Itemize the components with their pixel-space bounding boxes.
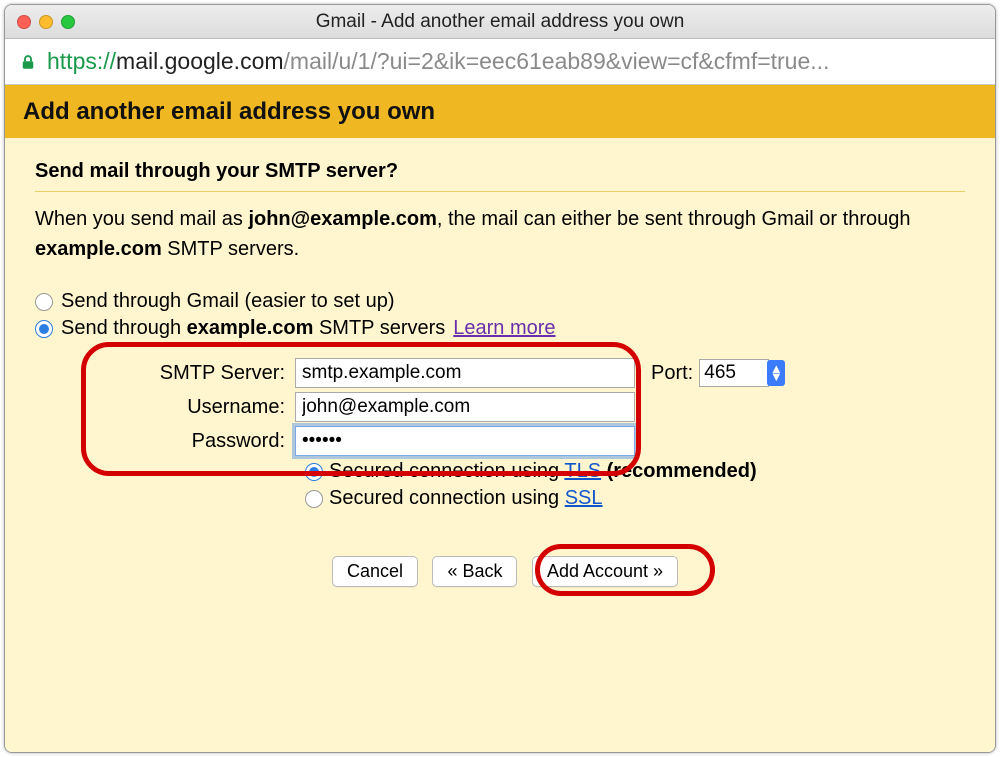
email-address: john@example.com [248, 208, 436, 230]
username-label: Username: [95, 396, 295, 419]
browser-window: Gmail - Add another email address you ow… [4, 4, 996, 753]
radio-icon[interactable] [35, 320, 53, 338]
section-heading: Send mail through your SMTP server? [35, 148, 965, 192]
form-panel: Send mail through your SMTP server? When… [5, 138, 995, 753]
back-button[interactable]: « Back [432, 556, 517, 587]
add-account-button[interactable]: Add Account » [532, 556, 678, 587]
password-row: Password: [95, 426, 915, 456]
radio-ssl[interactable]: Secured connection using SSL [305, 487, 915, 510]
traffic-lights [17, 15, 75, 29]
tls-link[interactable]: TLS [564, 460, 601, 482]
radio-send-through-gmail[interactable]: Send through Gmail (easier to set up) [35, 290, 965, 313]
port-label: Port: [651, 362, 693, 385]
page-content: Add another email address you own Send m… [5, 85, 995, 752]
radio-label: Send through Gmail (easier to set up) [61, 290, 395, 313]
smtp-form: SMTP Server: Port: ▲▼ Username: Password… [95, 358, 915, 587]
radio-tls[interactable]: Secured connection using TLS (recommende… [305, 460, 915, 483]
button-row: Cancel « Back Add Account » [95, 556, 915, 587]
username-row: Username: [95, 392, 915, 422]
radio-icon[interactable] [35, 293, 53, 311]
radio-icon[interactable] [305, 463, 323, 481]
password-input[interactable] [295, 426, 635, 456]
learn-more-link[interactable]: Learn more [453, 317, 555, 340]
smtp-server-row: SMTP Server: Port: ▲▼ [95, 358, 915, 388]
domain-name: example.com [35, 238, 162, 260]
radio-label: Send through example.com SMTP servers [61, 317, 445, 340]
url-path: /mail/u/1/?ui=2&ik=eec61eab89&view=cf&cf… [284, 48, 830, 75]
intro-text: When you send mail as john@example.com, … [35, 192, 965, 286]
smtp-server-label: SMTP Server: [95, 362, 295, 385]
page-title: Add another email address you own [5, 86, 995, 138]
lock-icon [19, 51, 37, 73]
smtp-server-input[interactable] [295, 358, 635, 388]
port-select[interactable] [699, 359, 769, 387]
titlebar: Gmail - Add another email address you ow… [5, 5, 995, 39]
dropdown-arrows-icon[interactable]: ▲▼ [767, 360, 785, 386]
window-title: Gmail - Add another email address you ow… [17, 11, 983, 33]
cancel-button[interactable]: Cancel [332, 556, 418, 587]
url-scheme: https:// [47, 48, 116, 75]
address-bar[interactable]: https://mail.google.com/mail/u/1/?ui=2&i… [5, 39, 995, 85]
zoom-window-button[interactable] [61, 15, 75, 29]
password-label: Password: [95, 430, 295, 453]
radio-icon[interactable] [305, 490, 323, 508]
username-input[interactable] [295, 392, 635, 422]
url-host: mail.google.com [116, 48, 283, 75]
ssl-link[interactable]: SSL [565, 487, 603, 509]
minimize-window-button[interactable] [39, 15, 53, 29]
radio-send-through-smtp[interactable]: Send through example.com SMTP servers Le… [35, 317, 965, 340]
close-window-button[interactable] [17, 15, 31, 29]
